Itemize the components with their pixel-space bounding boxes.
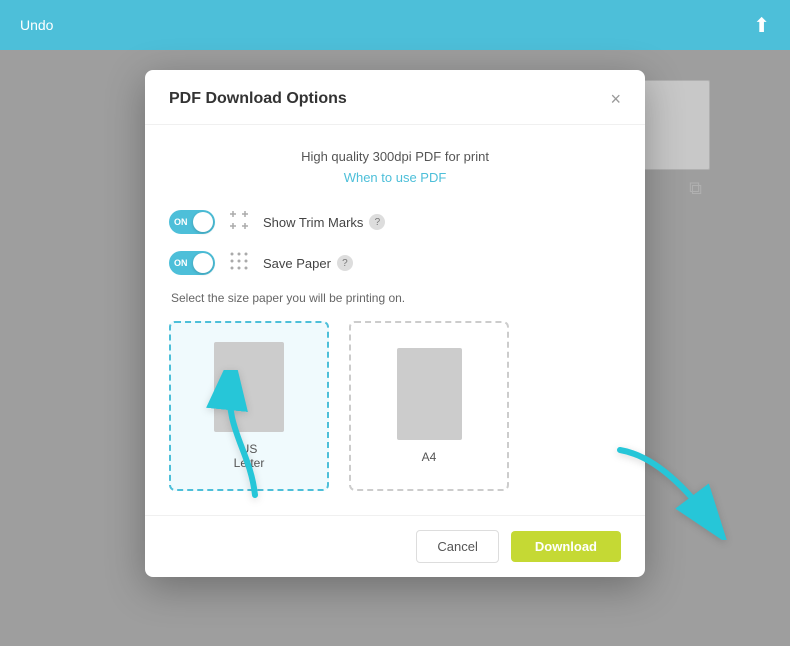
save-paper-help-icon[interactable]: ?	[337, 255, 353, 271]
modal-footer: Cancel Download	[145, 515, 645, 577]
a4-thumbnail	[397, 348, 462, 440]
toggle1-on-label: ON	[174, 217, 188, 227]
modal-overlay: PDF Download Options × High quality 300d…	[0, 0, 790, 646]
modal-close-button[interactable]: ×	[610, 90, 621, 108]
modal-title: PDF Download Options	[169, 90, 347, 108]
toggle2-on-label: ON	[174, 258, 188, 268]
save-paper-row: ON	[169, 250, 621, 277]
a4-label: A4	[422, 450, 437, 464]
save-paper-icon	[227, 250, 251, 277]
paper-option-a4[interactable]: A4	[349, 321, 509, 491]
toggle1-knob	[193, 212, 213, 232]
save-paper-label: Save Paper ?	[263, 255, 353, 271]
save-paper-toggle[interactable]: ON	[169, 251, 215, 275]
modal-body: High quality 300dpi PDF for print When t…	[145, 125, 645, 515]
paper-select-label: Select the size paper you will be printi…	[171, 291, 621, 305]
show-trim-marks-row: ON Show	[169, 209, 621, 236]
cancel-button[interactable]: Cancel	[416, 530, 498, 563]
us-letter-label: USLetter	[234, 442, 265, 470]
trim-marks-help-icon[interactable]: ?	[369, 214, 385, 230]
paper-options: USLetter A4	[169, 321, 621, 491]
show-trim-marks-label: Show Trim Marks ?	[263, 214, 385, 230]
pdf-download-modal: PDF Download Options × High quality 300d…	[145, 70, 645, 577]
when-to-use-pdf-link[interactable]: When to use PDF	[169, 170, 621, 185]
toggle2-knob	[193, 253, 213, 273]
us-letter-thumbnail	[214, 342, 284, 432]
paper-option-us-letter[interactable]: USLetter	[169, 321, 329, 491]
modal-header: PDF Download Options ×	[145, 70, 645, 125]
modal-description: High quality 300dpi PDF for print	[169, 149, 621, 164]
download-button[interactable]: Download	[511, 531, 621, 562]
trim-marks-icon	[227, 209, 251, 236]
show-trim-marks-toggle[interactable]: ON	[169, 210, 215, 234]
